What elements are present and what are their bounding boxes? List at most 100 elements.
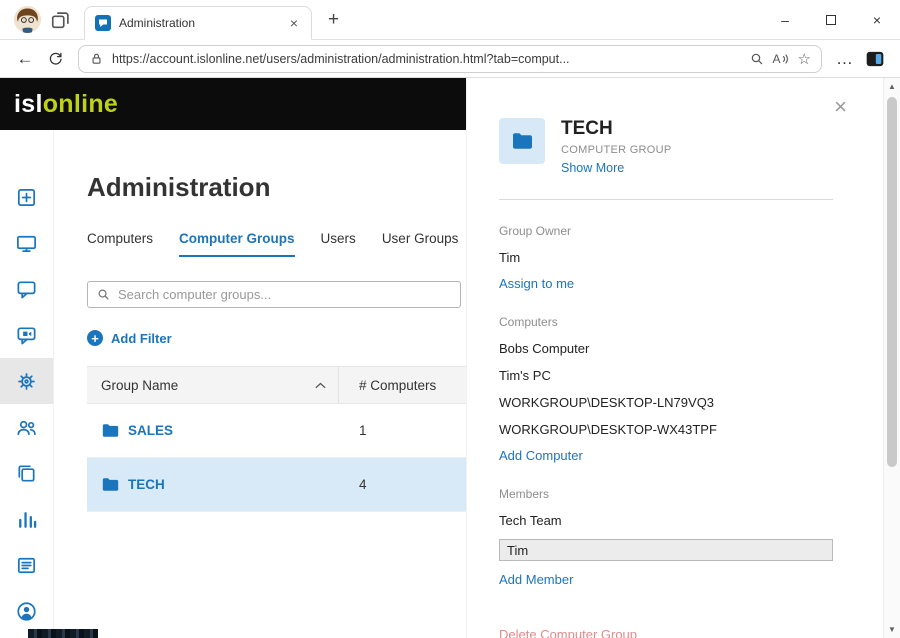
delete-computer-group-link[interactable]: Delete Computer Group bbox=[499, 627, 637, 638]
computer-item: WORKGROUP\DESKTOP-LN79VQ3 bbox=[499, 395, 833, 410]
url-text: https://account.islonline.net/users/admi… bbox=[112, 52, 741, 66]
search-box[interactable] bbox=[87, 281, 461, 308]
tab-user-groups[interactable]: User Groups bbox=[382, 231, 459, 257]
clipped-content-artifact bbox=[28, 629, 98, 638]
app-sidebar bbox=[0, 130, 54, 638]
detail-header: TECH COMPUTER GROUP Show More bbox=[499, 118, 833, 175]
browser-menu-icon[interactable]: … bbox=[836, 49, 854, 69]
window-minimize-button[interactable]: – bbox=[762, 0, 808, 39]
computer-item: WORKGROUP\DESKTOP-WX43TPF bbox=[499, 422, 833, 437]
tab-groups-icon[interactable] bbox=[50, 9, 72, 31]
detail-divider bbox=[499, 199, 833, 200]
chat-icon bbox=[15, 278, 38, 301]
page-title: Administration bbox=[87, 172, 466, 203]
column-computer-count-label: # Computers bbox=[359, 378, 436, 393]
panel-close-icon[interactable]: × bbox=[834, 96, 847, 118]
window-close-button[interactable]: × bbox=[854, 0, 900, 39]
show-more-link[interactable]: Show More bbox=[561, 161, 624, 175]
group-name-cell[interactable]: TECH bbox=[87, 477, 339, 492]
tab-computers[interactable]: Computers bbox=[87, 231, 153, 257]
bar-chart-icon bbox=[15, 508, 38, 531]
sidebar-item-logs[interactable] bbox=[0, 542, 53, 588]
tab-computer-groups[interactable]: Computer Groups bbox=[179, 231, 295, 257]
sidebar-item-add-session[interactable] bbox=[0, 174, 53, 220]
logo-isl: isl bbox=[14, 90, 43, 119]
table-row-sales[interactable]: SALES 1 bbox=[87, 404, 466, 458]
window-controls: – × bbox=[762, 0, 900, 39]
browser-tab-administration[interactable]: Administration × bbox=[84, 6, 312, 40]
read-aloud-letter: A bbox=[773, 52, 781, 66]
favorite-star-icon[interactable]: ☆ bbox=[798, 50, 811, 68]
refresh-button[interactable] bbox=[40, 44, 70, 74]
sidebar-item-chat[interactable] bbox=[0, 266, 53, 312]
sidebar-item-reports[interactable] bbox=[0, 496, 53, 542]
search-input[interactable] bbox=[118, 287, 452, 302]
read-aloud-icon[interactable]: A bbox=[773, 52, 790, 66]
add-filter-label: Add Filter bbox=[111, 331, 172, 346]
tab-close-icon[interactable]: × bbox=[287, 15, 301, 31]
app-body: Administration Computers Computer Groups… bbox=[0, 130, 466, 638]
computer-icon bbox=[15, 232, 38, 255]
browser-navbar: ← https://account.islonline.net/users/ad… bbox=[0, 40, 900, 78]
group-name-cell[interactable]: SALES bbox=[87, 423, 339, 438]
scroll-up-icon[interactable]: ▲ bbox=[888, 82, 896, 91]
column-group-name-label: Group Name bbox=[101, 378, 178, 393]
browser-sidebar-icon[interactable] bbox=[860, 44, 890, 74]
group-owner-label: Group Owner bbox=[499, 224, 833, 238]
sort-asc-icon[interactable] bbox=[315, 382, 326, 389]
video-chat-icon bbox=[15, 324, 38, 347]
sidebar-item-settings[interactable] bbox=[0, 358, 53, 404]
add-computer-link[interactable]: Add Computer bbox=[499, 448, 583, 463]
scrollbar-thumb[interactable] bbox=[887, 97, 897, 467]
account-icon bbox=[15, 600, 38, 623]
maximize-icon bbox=[826, 15, 836, 25]
table-row-tech[interactable]: TECH 4 bbox=[87, 458, 466, 512]
group-detail-panel: × TECH COMPUTER GROUP Show More Group Ow… bbox=[466, 78, 883, 638]
browser-window: Administration × + – × ← https:// bbox=[0, 0, 900, 638]
lock-icon bbox=[89, 51, 104, 66]
column-computer-count[interactable]: # Computers bbox=[339, 378, 466, 393]
group-owner-value: Tim bbox=[499, 250, 833, 265]
search-icon bbox=[96, 287, 111, 302]
computer-groups-table: Group Name # Computers bbox=[87, 366, 466, 512]
member-input[interactable]: Tim bbox=[499, 539, 833, 561]
folder-icon bbox=[102, 477, 119, 492]
sidebar-item-sessions-copy[interactable] bbox=[0, 450, 53, 496]
sidebar-item-users[interactable] bbox=[0, 404, 53, 450]
sidebar-item-video-chat[interactable] bbox=[0, 312, 53, 358]
tab-users[interactable]: Users bbox=[321, 231, 356, 257]
brand-header: islonline bbox=[0, 78, 466, 130]
assign-to-me-link[interactable]: Assign to me bbox=[499, 276, 574, 291]
member-item: Tech Team bbox=[499, 513, 833, 528]
add-filter-button[interactable]: + Add Filter bbox=[87, 330, 172, 346]
vertical-scrollbar[interactable]: ▲ ▼ bbox=[883, 78, 900, 638]
add-member-link[interactable]: Add Member bbox=[499, 572, 573, 587]
detail-title-block: TECH COMPUTER GROUP Show More bbox=[561, 118, 672, 175]
new-tab-button[interactable]: + bbox=[328, 9, 339, 31]
app-left-column: islonline bbox=[0, 78, 466, 638]
browser-tab-strip: Administration × + – × bbox=[0, 0, 900, 40]
admin-tabs: Computers Computer Groups Users User Gro… bbox=[87, 231, 466, 257]
plus-icon: + bbox=[87, 330, 103, 346]
members-label: Members bbox=[499, 487, 833, 501]
add-session-icon bbox=[15, 186, 38, 209]
sidebar-item-computers[interactable] bbox=[0, 220, 53, 266]
back-button[interactable]: ← bbox=[10, 44, 40, 74]
tab-favicon-icon bbox=[95, 15, 111, 31]
scroll-down-icon[interactable]: ▼ bbox=[888, 625, 896, 634]
address-bar[interactable]: https://account.islonline.net/users/admi… bbox=[78, 45, 822, 73]
computer-count-cell: 4 bbox=[339, 477, 466, 492]
window-maximize-button[interactable] bbox=[808, 0, 854, 39]
computer-count-cell: 1 bbox=[339, 423, 466, 438]
column-group-name[interactable]: Group Name bbox=[87, 367, 339, 403]
computer-item: Bobs Computer bbox=[499, 341, 833, 356]
folder-icon bbox=[512, 132, 533, 150]
folder-icon bbox=[102, 423, 119, 438]
sidebar-item-account[interactable] bbox=[0, 588, 53, 634]
browser-profile-avatar[interactable] bbox=[14, 6, 41, 33]
app-viewport: islonline bbox=[0, 78, 900, 638]
logo-online: online bbox=[43, 90, 118, 119]
search-in-page-icon[interactable] bbox=[749, 51, 765, 67]
detail-title: TECH bbox=[561, 118, 672, 140]
group-name-label: SALES bbox=[128, 423, 173, 438]
